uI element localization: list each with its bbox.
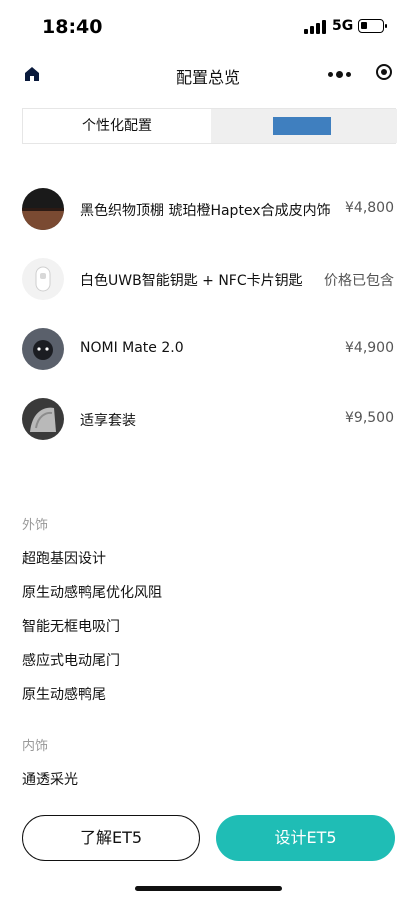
list-item: 通透采光: [22, 772, 78, 788]
close-target-icon[interactable]: [376, 64, 392, 80]
list-item: 智能无框电吸门: [22, 619, 120, 635]
list-item: 原生动感鸭尾: [22, 687, 106, 703]
nomi-mate-thumbnail: [22, 328, 64, 370]
option-price: ¥4,800: [341, 200, 394, 216]
tab-personalization[interactable]: 个性化配置: [23, 109, 211, 143]
exterior-section-title: 外饰: [22, 518, 49, 533]
list-item: 超跑基因设计: [22, 551, 106, 567]
list-item[interactable]: 适享套装 ¥9,500: [0, 398, 416, 442]
list-item[interactable]: 白色UWB智能钥匙 + NFC卡片钥匙 价格已包含: [0, 258, 416, 302]
home-indicator: [135, 886, 282, 891]
mini-program-capsule: [318, 58, 406, 90]
signal-icon: [304, 20, 326, 34]
comfort-package-thumbnail: [22, 398, 64, 440]
tab-highlight-block: [273, 117, 331, 135]
option-price: ¥9,500: [341, 410, 394, 426]
option-price: 价格已包含: [320, 270, 394, 290]
option-name: 适享套装: [80, 413, 136, 429]
learn-et5-button[interactable]: 了解ET5: [22, 815, 200, 861]
more-icon[interactable]: [328, 64, 354, 84]
tab-bar: 个性化配置: [22, 108, 397, 144]
option-name: 黑色织物顶棚 琥珀橙Haptex合成皮内饰: [80, 203, 331, 219]
list-item[interactable]: NOMI Mate 2.0 ¥4,900: [0, 328, 416, 372]
battery-icon: [358, 19, 387, 33]
design-et5-button[interactable]: 设计ET5: [216, 815, 395, 861]
nav-bar: 配置总览: [0, 52, 416, 96]
list-item: 原生动感鸭尾优化风阻: [22, 585, 162, 601]
option-name: NOMI Mate 2.0: [80, 340, 184, 356]
network-label: 5G: [332, 18, 354, 34]
tab-second[interactable]: [211, 109, 397, 143]
list-item: 感应式电动尾门: [22, 653, 120, 669]
interior-thumbnail: [22, 188, 64, 230]
interior-section-title: 内饰: [22, 739, 49, 754]
option-price: ¥4,900: [341, 340, 394, 356]
option-name: 白色UWB智能钥匙 + NFC卡片钥匙: [80, 273, 303, 289]
list-item[interactable]: 黑色织物顶棚 琥珀橙Haptex合成皮内饰 ¥4,800: [0, 188, 416, 232]
key-thumbnail: [22, 258, 64, 300]
status-time: 18:40: [42, 16, 103, 38]
status-bar: 18:40 5G: [0, 0, 416, 52]
